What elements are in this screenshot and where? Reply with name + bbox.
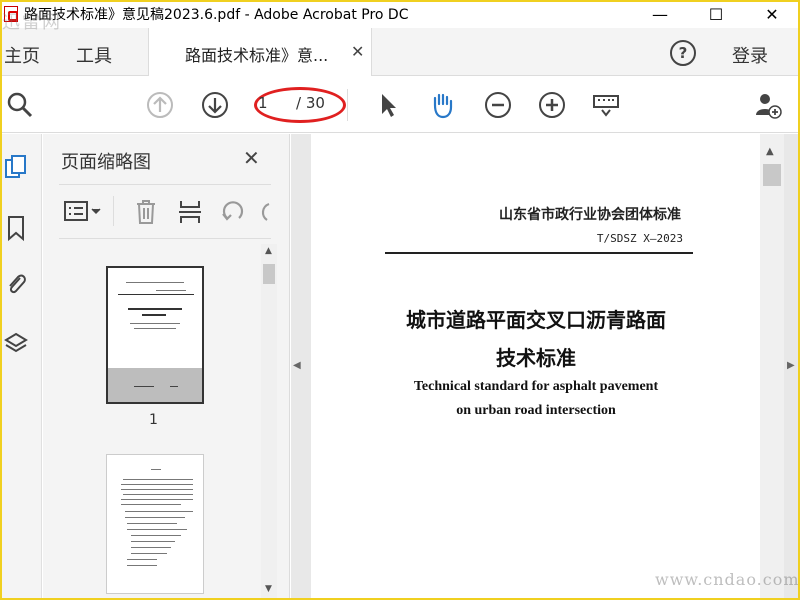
hand-icon[interactable]: [428, 91, 456, 119]
tab-tools[interactable]: 工具: [76, 42, 112, 68]
total-pages: / 30: [296, 94, 325, 112]
options-menu-icon[interactable]: [63, 198, 105, 226]
divider: [59, 238, 271, 239]
tab-home[interactable]: 主页: [4, 42, 40, 68]
watermark-top: 迅雷网: [2, 12, 62, 33]
thumbnail-tools: [59, 192, 271, 232]
layers-icon[interactable]: [4, 330, 28, 358]
page-up-icon[interactable]: [146, 91, 174, 119]
page-thumbnail-2[interactable]: [106, 454, 204, 594]
header-rule: [385, 252, 693, 254]
insert-pages-icon[interactable]: [177, 198, 203, 226]
title-bar: 路面技术标准》意见稿2023.6.pdf - Adobe Acrobat Pro…: [0, 0, 800, 28]
thumbnail-footer: [108, 368, 202, 402]
rotate-right-icon[interactable]: [257, 198, 271, 226]
window-title: 路面技术标准》意见稿2023.6.pdf - Adobe Acrobat Pro…: [24, 7, 409, 23]
close-panel-icon[interactable]: ✕: [243, 146, 260, 170]
add-user-icon[interactable]: [754, 91, 782, 119]
thumbnail-scrollbar[interactable]: ▲ ▼: [261, 244, 277, 600]
document-view: 山东省市政行业协会团体标准 T/SDSZ X—2023 城市道路平面交叉口沥青路…: [291, 134, 800, 600]
minimize-button[interactable]: —: [632, 0, 688, 28]
scrollbar-thumb[interactable]: [763, 164, 781, 186]
attachment-icon[interactable]: [4, 270, 28, 298]
pdf-page: 山东省市政行业协会团体标准 T/SDSZ X—2023 城市道路平面交叉口沥青路…: [311, 134, 761, 600]
chinese-title-line-1: 城市道路平面交叉口沥青路面: [406, 308, 666, 332]
issuing-organization: 山东省市政行业协会团体标准: [499, 207, 681, 223]
toolbar: 1 / 30: [0, 77, 800, 133]
search-icon[interactable]: [6, 91, 34, 119]
thumbnail-list: 1 ▲ ▼: [43, 244, 290, 600]
delete-icon[interactable]: [133, 198, 159, 226]
rotate-left-icon[interactable]: [219, 198, 247, 226]
collapse-left-panel-icon[interactable]: ◀: [293, 360, 301, 371]
panel-title: 页面缩略图: [61, 152, 151, 173]
divider: [59, 184, 271, 185]
tab-document[interactable]: 路面技术标准》意... ✕: [148, 28, 372, 76]
divider: [113, 196, 114, 226]
document-tab-label: 路面技术标准》意...: [185, 46, 329, 65]
thumbnail-page-number: 1: [149, 412, 158, 428]
page-down-icon[interactable]: [201, 91, 229, 119]
select-arrow-icon[interactable]: [374, 91, 402, 119]
english-title-line-2: on urban road intersection: [456, 403, 616, 418]
sign-in-button[interactable]: 登录: [732, 42, 768, 68]
current-page-input[interactable]: 1: [258, 94, 268, 112]
bookmark-icon[interactable]: [4, 214, 28, 242]
watermark-bottom: www.cndao.com: [655, 570, 800, 589]
navigation-rail: [0, 134, 42, 600]
window-controls: — ☐ ✕: [632, 0, 800, 28]
page-thumbnail-1[interactable]: [106, 266, 204, 404]
zoom-in-icon[interactable]: [538, 91, 566, 119]
page-thumbnails-icon[interactable]: [4, 154, 28, 182]
help-icon[interactable]: ?: [670, 40, 696, 66]
close-tab-icon[interactable]: ✕: [351, 42, 364, 61]
chinese-title-line-2: 技术标准: [496, 346, 576, 370]
thumbnails-panel: 页面缩略图 ✕ 1 ▲ ▼: [43, 134, 290, 600]
scrollbar-thumb[interactable]: [263, 264, 275, 284]
tab-bar: 主页 工具 路面技术标准》意... ✕ ? 登录: [0, 28, 800, 76]
keyboard-icon[interactable]: [592, 91, 620, 119]
standard-number: T/SDSZ X—2023: [596, 232, 683, 245]
expand-right-panel-icon[interactable]: ▶: [787, 360, 795, 371]
maximize-button[interactable]: ☐: [688, 0, 744, 28]
toolbar-divider: [347, 89, 348, 121]
zoom-out-icon[interactable]: [484, 91, 512, 119]
english-title-line-1: Technical standard for asphalt pavement: [413, 379, 659, 394]
close-window-button[interactable]: ✕: [744, 0, 800, 28]
document-scrollbar[interactable]: ▲: [760, 134, 784, 600]
